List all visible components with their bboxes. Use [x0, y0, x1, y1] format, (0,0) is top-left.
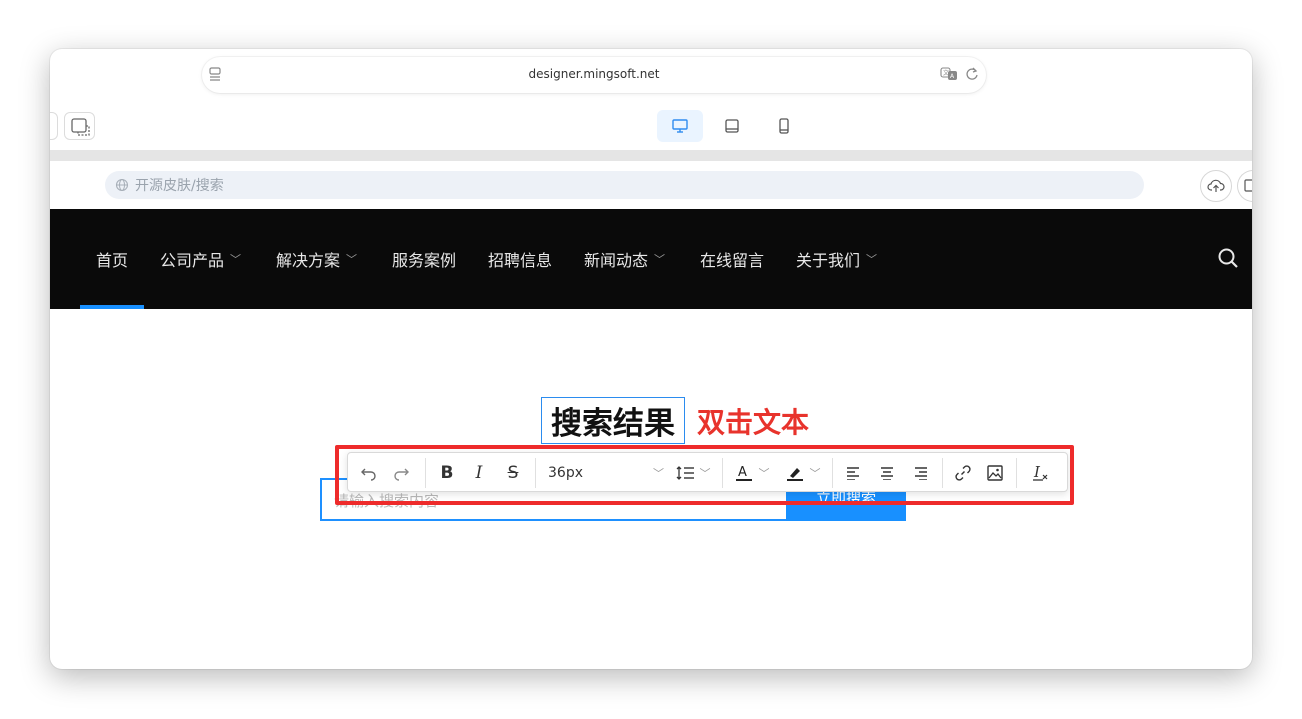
nav-item-home[interactable]: 首页 — [96, 247, 128, 271]
tablet-view-button[interactable] — [709, 110, 755, 142]
browser-window: designer.mingsoft.net 文 A 开源皮肤/搜索 首页 公司产… — [50, 49, 1252, 669]
frame-icon — [71, 118, 90, 136]
more-button[interactable] — [1237, 170, 1252, 202]
reload-icon[interactable] — [965, 66, 979, 82]
url-text[interactable]: designer.mingsoft.net — [202, 67, 986, 81]
desktop-icon — [672, 119, 688, 133]
translate-icon[interactable]: 文 A — [940, 67, 958, 81]
nav-item-solutions[interactable]: 解决方案 ﹀ — [276, 247, 357, 271]
cloud-upload-icon — [1207, 179, 1225, 192]
tablet-icon — [725, 119, 739, 133]
nav-label: 在线留言 — [700, 251, 765, 270]
chevron-down-icon: ﹀ — [866, 253, 878, 266]
left-panel-button[interactable] — [50, 112, 58, 140]
nav-label: 解决方案 — [276, 251, 341, 270]
nav-label: 关于我们 — [796, 251, 861, 270]
nav-item-products[interactable]: 公司产品 ﹀ — [160, 247, 241, 271]
globe-icon — [115, 178, 129, 192]
site-nav: 首页 公司产品 ﹀ 解决方案 ﹀ 服务案例 招聘信息 新闻动态 ﹀ 在线留言 关… — [50, 209, 1252, 309]
annotation-highlight-box — [335, 445, 1074, 505]
chevron-down-icon: ﹀ — [230, 253, 242, 266]
page-title[interactable]: 搜索结果 — [541, 397, 685, 444]
mobile-view-button[interactable] — [761, 110, 807, 142]
address-bar[interactable]: designer.mingsoft.net 文 A — [202, 57, 986, 93]
nav-item-about[interactable]: 关于我们 ﹀ — [796, 247, 877, 271]
chevron-down-icon: ﹀ — [346, 253, 358, 266]
nav-label: 公司产品 — [160, 251, 225, 270]
nav-item-message[interactable]: 在线留言 — [700, 247, 764, 271]
breadcrumb: 开源皮肤/搜索 — [105, 171, 1144, 199]
doc-icon — [1243, 179, 1252, 192]
nav-item-cases[interactable]: 服务案例 — [392, 247, 456, 271]
desktop-view-button[interactable] — [657, 110, 703, 142]
breadcrumb-text: 开源皮肤/搜索 — [135, 178, 224, 194]
mobile-icon — [779, 118, 789, 134]
preview-frame-button[interactable] — [64, 112, 95, 140]
nav-label: 服务案例 — [392, 251, 457, 270]
divider-strip — [50, 150, 1252, 161]
nav-label: 首页 — [96, 251, 129, 270]
chevron-down-icon: ﹀ — [654, 253, 666, 266]
nav-label: 新闻动态 — [584, 251, 649, 270]
upload-button[interactable] — [1200, 170, 1232, 202]
search-icon[interactable] — [1217, 247, 1239, 269]
nav-label: 招聘信息 — [488, 251, 553, 270]
nav-item-news[interactable]: 新闻动态 ﹀ — [584, 247, 665, 271]
nav-item-jobs[interactable]: 招聘信息 — [488, 247, 552, 271]
svg-text:文: 文 — [943, 69, 949, 77]
annotation-hint: 双击文本 — [697, 406, 810, 439]
nav-active-indicator — [80, 305, 144, 309]
